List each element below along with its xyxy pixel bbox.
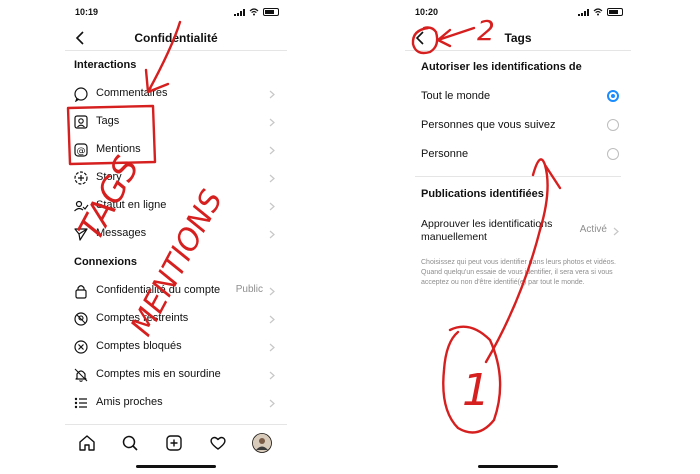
settings-row-muted[interactable]: Comptes mis en sourdine: [65, 362, 287, 388]
chevron-right-icon: [269, 146, 275, 155]
section-title-interactions: Interactions: [74, 59, 137, 71]
row-label: Comptes restreints: [96, 312, 189, 324]
search-icon[interactable]: [120, 433, 140, 453]
chevron-right-icon: [269, 343, 275, 352]
radio-unselected[interactable]: [607, 148, 619, 160]
radio-unselected[interactable]: [607, 119, 619, 131]
chevron-right-icon: [269, 287, 275, 296]
tags-help-text: Choisissez qui peut vous identifier dans…: [421, 259, 616, 286]
radio-label: Tout le monde: [421, 90, 491, 102]
chevron-right-icon[interactable]: [613, 227, 619, 236]
section-divider: [415, 176, 621, 177]
nav-bar: Tags: [405, 26, 631, 51]
list-icon: [74, 397, 87, 409]
page-title: Tags: [504, 31, 532, 45]
chevron-right-icon: [269, 90, 275, 99]
profile-avatar[interactable]: [252, 433, 272, 453]
chevron-right-icon: [269, 174, 275, 183]
home-indicator: [478, 465, 558, 468]
wifi-icon: [593, 8, 603, 16]
approve-tags-label[interactable]: Approuver les identifications manuelleme…: [421, 218, 571, 244]
row-label: Story: [96, 171, 122, 183]
row-label: Messages: [96, 227, 147, 239]
home-icon[interactable]: [77, 433, 97, 453]
home-indicator: [136, 465, 216, 468]
status-bar: 10:19: [65, 0, 287, 22]
row-label: Commentaires: [96, 87, 168, 99]
paper-plane-icon: [74, 228, 88, 241]
activity-status-icon: [74, 200, 89, 212]
avatar-image: [252, 433, 272, 453]
section-title-connexions: Connexions: [74, 256, 137, 268]
radio-option-following[interactable]: Personnes que vous suivez: [405, 112, 631, 140]
wifi-icon: [249, 8, 259, 16]
radio-selected[interactable]: [607, 90, 619, 102]
radio-option-nobody[interactable]: Personne: [405, 141, 631, 169]
svg-text:@: @: [77, 147, 86, 157]
chevron-right-icon: [269, 230, 275, 239]
section-title-tagged-posts: Publications identifiées: [421, 188, 544, 200]
section-title-allow-tags: Autoriser les identifications de: [421, 61, 582, 73]
row-label: Comptes bloqués: [96, 340, 182, 352]
chevron-right-icon: [269, 371, 275, 380]
row-label: Amis proches: [96, 396, 163, 408]
chevron-right-icon: [269, 315, 275, 324]
status-time: 10:19: [75, 7, 99, 17]
row-label: Mentions: [96, 143, 141, 155]
row-label: Tags: [96, 115, 120, 127]
settings-row-close-friends[interactable]: Amis proches: [65, 390, 287, 416]
row-label: Comptes mis en sourdine: [96, 368, 221, 380]
radio-label: Personnes que vous suivez: [421, 119, 556, 131]
bottom-tab-bar: [65, 424, 287, 461]
chevron-right-icon: [269, 118, 275, 127]
privacy-settings-screen: 10:19 Confidentialité Interactions Comme…: [65, 0, 287, 474]
story-plus-icon: [74, 171, 88, 185]
row-label: Statut en ligne: [96, 199, 167, 211]
nav-bar: Confidentialité: [65, 26, 287, 51]
comment-icon: [74, 87, 88, 102]
muted-bell-icon: [74, 368, 88, 382]
tag-person-icon: [74, 115, 88, 129]
at-icon: @: [74, 143, 88, 157]
chevron-right-icon: [269, 202, 275, 211]
signal-icon: [234, 8, 245, 16]
status-time: 10:20: [415, 7, 439, 17]
settings-row-blocked[interactable]: Comptes bloqués: [65, 334, 287, 360]
blocked-icon: [74, 340, 88, 354]
status-icons: [234, 8, 279, 16]
settings-row-online-status[interactable]: Statut en ligne: [65, 193, 287, 219]
lock-icon: [75, 285, 87, 299]
account-privacy-value: Public: [235, 284, 263, 295]
signal-icon: [578, 8, 589, 16]
approve-tags-value: Activé: [579, 224, 607, 235]
row-label: Confidentialité du compte: [96, 284, 221, 296]
settings-row-messages[interactable]: Messages: [65, 221, 287, 247]
settings-row-comments[interactable]: Commentaires: [65, 81, 287, 107]
battery-icon: [607, 8, 623, 16]
settings-row-story[interactable]: Story: [65, 165, 287, 191]
restricted-icon: [74, 312, 88, 326]
settings-row-tags[interactable]: Tags: [65, 109, 287, 135]
battery-icon: [263, 8, 279, 16]
settings-row-mentions[interactable]: @ Mentions: [65, 137, 287, 163]
status-bar: 10:20: [405, 0, 631, 22]
chevron-right-icon: [269, 399, 275, 408]
heart-icon[interactable]: [208, 433, 228, 453]
add-post-icon[interactable]: [164, 433, 184, 453]
settings-row-restricted[interactable]: Comptes restreints: [65, 306, 287, 332]
radio-label: Personne: [421, 148, 469, 160]
status-icons: [578, 8, 623, 16]
radio-option-everyone[interactable]: Tout le monde: [405, 83, 631, 111]
tags-settings-screen: 10:20 Tags Autoriser les identifications…: [405, 0, 631, 474]
settings-row-account-privacy[interactable]: Confidentialité du compte Public: [65, 278, 287, 304]
page-title: Confidentialité: [134, 31, 218, 45]
